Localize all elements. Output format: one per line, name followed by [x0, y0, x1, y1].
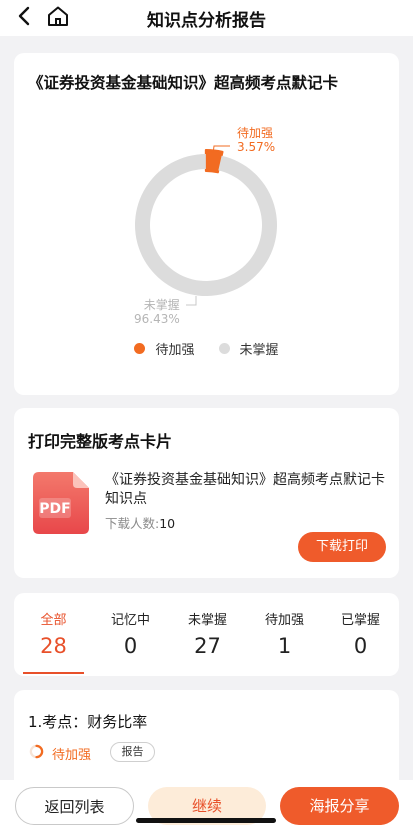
tab-count: 0: [123, 634, 138, 658]
back-to-list-button[interactable]: 返回列表: [15, 787, 134, 825]
mastery-donut-chart: [135, 145, 278, 306]
donut-slice-unmastered: [135, 154, 278, 296]
tab-mastered[interactable]: 已掌握 0: [322, 593, 399, 676]
legend-dot: [218, 343, 230, 354]
download-print-button[interactable]: 下载打印: [298, 532, 386, 562]
pdf-file-icon: PDF: [33, 472, 89, 534]
status-tabs: 全部 28 记忆中 0 未掌握 27 待加强 1 已掌握 0: [14, 593, 399, 676]
tab-unmastered[interactable]: 未掌握 27: [169, 593, 246, 676]
share-poster-button[interactable]: 海报分享: [280, 787, 399, 825]
legend-label: 未掌握: [239, 343, 279, 358]
page-title: 知识点分析报告: [147, 11, 266, 31]
chart-legend: 待加强 未掌握: [14, 339, 399, 358]
legend-item-unmastered: 未掌握: [218, 339, 279, 358]
active-tab-indicator: [23, 672, 84, 674]
legend-item-strengthen: 待加强: [134, 339, 195, 358]
tab-label: 记忆中: [110, 613, 150, 628]
slice-label-strengthen: 待加强 3.57%: [237, 126, 276, 154]
tab-all[interactable]: 全部 28: [15, 593, 92, 676]
mastery-chart-card: 《证券投资基金基础知识》超高频考点默记卡 待加强 3.57% 未掌握 96.43…: [14, 53, 399, 395]
progress-ring-icon: [29, 744, 44, 759]
print-card-title: 打印完整版考点卡片: [28, 432, 173, 451]
tab-count: 0: [353, 634, 368, 658]
legend-dot: [134, 343, 146, 354]
slice-label-unmastered: 未掌握 96.43%: [134, 298, 180, 326]
tab-memorizing[interactable]: 记忆中 0: [92, 593, 169, 676]
top-nav: 知识点分析报告: [0, 0, 413, 36]
status-text: 待加强: [52, 748, 92, 763]
svg-text:PDF: PDF: [39, 501, 70, 517]
leader-line-unmastered: [186, 296, 197, 306]
tab-count: 1: [277, 634, 292, 658]
home-indicator: [136, 818, 276, 823]
legend-label: 待加强: [155, 343, 195, 358]
report-badge[interactable]: 报告: [110, 742, 155, 762]
tab-label: 待加强: [264, 613, 304, 628]
download-count: 下载人数:10: [105, 516, 176, 531]
tab-count: 27: [194, 634, 221, 658]
tab-count: 28: [40, 634, 67, 658]
knowledge-point-title: 1.考点：财务比率: [28, 713, 148, 731]
tab-strengthen[interactable]: 待加强 1: [246, 593, 323, 676]
print-card: 打印完整版考点卡片 PDF 《证券投资基金基础知识》超高频考点默记卡知识点 下载…: [14, 408, 399, 578]
tab-label: 未掌握: [187, 613, 227, 628]
tab-label: 全部: [40, 613, 67, 628]
document-name: 《证券投资基金基础知识》超高频考点默记卡知识点: [105, 472, 385, 507]
tab-label: 已掌握: [340, 613, 380, 628]
